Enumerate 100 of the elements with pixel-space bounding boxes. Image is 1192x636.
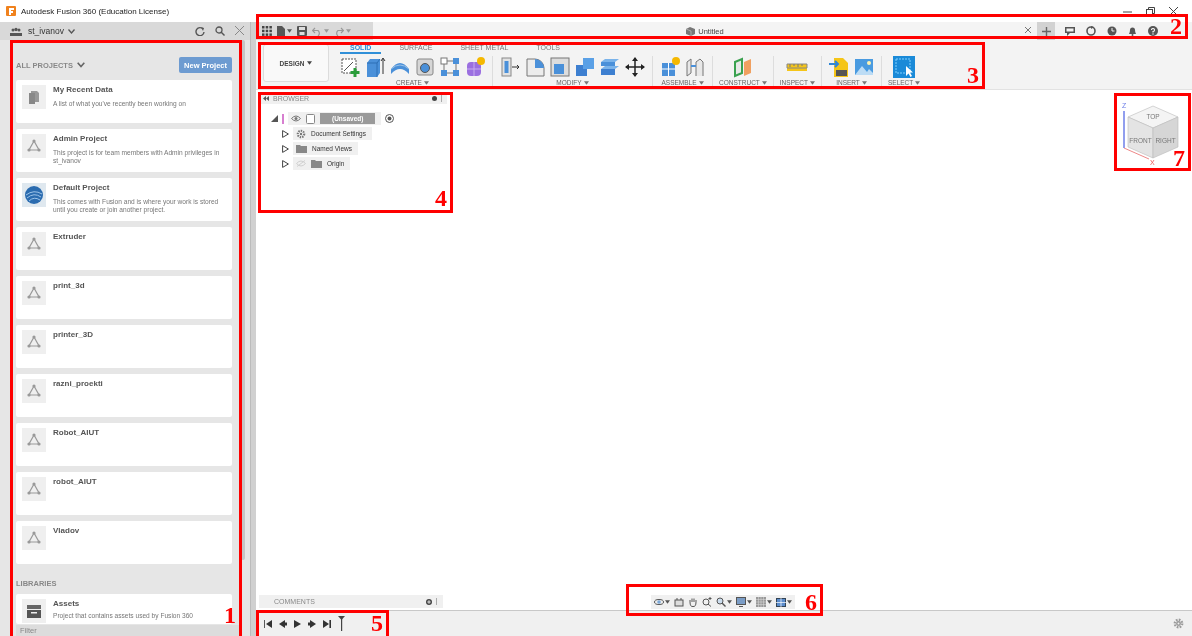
- project-card[interactable]: Vladov: [16, 521, 232, 564]
- caret-icon[interactable]: [665, 600, 670, 604]
- help-icon[interactable]: [1148, 26, 1158, 36]
- caret-icon[interactable]: [915, 81, 921, 85]
- apps-grid-icon[interactable]: [262, 26, 272, 36]
- look-at-icon[interactable]: [674, 597, 684, 607]
- x-axis-line: [1123, 147, 1150, 160]
- shell-icon[interactable]: [549, 56, 571, 78]
- project-name: printer_3D: [53, 330, 94, 340]
- next-icon[interactable]: [308, 619, 316, 628]
- annotation-number: 5: [371, 612, 383, 634]
- collapse-icon[interactable]: [263, 96, 269, 101]
- z-axis-line: [1123, 110, 1125, 149]
- insert-icon[interactable]: [828, 56, 850, 78]
- cube-icon: [686, 26, 696, 36]
- viewports-icon[interactable]: [776, 597, 786, 607]
- caret-icon[interactable]: [307, 61, 313, 65]
- select-icon[interactable]: [893, 56, 916, 78]
- expand-triangle-icon[interactable]: [282, 159, 289, 168]
- radio-icon[interactable]: [385, 114, 395, 123]
- eye-icon[interactable]: [291, 115, 301, 122]
- handle-icon[interactable]: [441, 95, 443, 102]
- project-name: Extruder: [53, 232, 87, 242]
- project-name: print_3d: [53, 281, 86, 291]
- project-card[interactable]: razni_proekti: [16, 374, 232, 417]
- combine-icon[interactable]: [574, 56, 596, 78]
- caret-icon[interactable]: [583, 81, 589, 85]
- joint-icon[interactable]: [684, 56, 706, 78]
- project-name: Robot_AIUT: [53, 428, 101, 438]
- chevron-down-icon[interactable]: [77, 62, 86, 68]
- caret-icon[interactable]: [423, 81, 429, 85]
- annotation-number: 2: [1170, 15, 1182, 37]
- team-icon: [10, 26, 22, 36]
- nodes-icon: [22, 232, 46, 256]
- project-card[interactable]: printer_3D: [16, 325, 232, 368]
- caret-icon[interactable]: [747, 600, 752, 604]
- zoom-window-icon[interactable]: [716, 597, 726, 607]
- first-frame-icon[interactable]: [264, 619, 272, 628]
- caret-icon[interactable]: [698, 81, 704, 85]
- offset-plane-icon[interactable]: [599, 56, 621, 78]
- timeline-marker-icon[interactable]: [338, 616, 345, 631]
- save-icon[interactable]: [297, 26, 307, 36]
- bell-icon[interactable]: [1128, 26, 1137, 36]
- caret-icon[interactable]: [287, 29, 292, 33]
- chat-icon[interactable]: [1065, 26, 1075, 36]
- annotation-number: 6: [805, 591, 817, 613]
- project-card[interactable]: print_3d: [16, 276, 232, 319]
- folder-icon: [296, 144, 307, 153]
- fillet-icon[interactable]: [524, 56, 546, 78]
- documents-icon: [22, 85, 46, 109]
- display-icon[interactable]: [736, 597, 746, 607]
- caret-icon[interactable]: [727, 600, 732, 604]
- last-frame-icon[interactable]: [323, 619, 331, 628]
- nodes-icon: [22, 281, 46, 305]
- clock-icon[interactable]: [1107, 26, 1117, 36]
- pan-hand-icon[interactable]: [688, 597, 698, 607]
- pattern-icon[interactable]: [439, 56, 461, 78]
- project-name: Admin Project: [53, 134, 109, 144]
- nodes-icon: [22, 477, 46, 501]
- handle-icon[interactable]: [436, 598, 438, 605]
- project-card[interactable]: robot_AIUT: [16, 472, 232, 515]
- form-icon[interactable]: [464, 56, 486, 78]
- caret-icon[interactable]: [861, 81, 867, 85]
- component-icon: [306, 113, 315, 124]
- nodes-icon: [22, 330, 46, 354]
- expand-triangle-icon[interactable]: [282, 129, 289, 138]
- caret-icon[interactable]: [767, 600, 772, 604]
- project-card[interactable]: Extruder: [16, 227, 232, 270]
- hole-icon[interactable]: [414, 56, 436, 78]
- expand-triangle-icon[interactable]: [282, 144, 289, 153]
- sync-icon[interactable]: [1086, 26, 1096, 36]
- nodes-icon: [22, 526, 46, 550]
- play-icon[interactable]: [294, 619, 301, 628]
- collapse-triangle-icon[interactable]: [271, 115, 278, 122]
- component-icon[interactable]: [659, 56, 681, 78]
- plane-icon[interactable]: [731, 56, 754, 78]
- close-icon[interactable]: [1025, 27, 1031, 33]
- swirl-thumbnail-icon: [22, 183, 46, 207]
- caret-icon[interactable]: [810, 81, 815, 85]
- sketch-icon[interactable]: [339, 56, 361, 78]
- pin-icon[interactable]: [432, 96, 437, 101]
- scrollbar[interactable]: [241, 40, 245, 560]
- chevron-down-icon[interactable]: [67, 28, 75, 34]
- project-name: Assets: [53, 599, 81, 609]
- zoom-icon[interactable]: [702, 597, 712, 607]
- project-card[interactable]: Robot_AIUT: [16, 423, 232, 466]
- file-icon[interactable]: [277, 26, 285, 36]
- search-icon[interactable]: [215, 26, 225, 36]
- close-icon[interactable]: [1169, 7, 1178, 16]
- team-name[interactable]: st_ivanov: [28, 26, 64, 36]
- caret-icon[interactable]: [761, 81, 767, 85]
- move-icon[interactable]: [624, 56, 646, 78]
- add-comment-icon[interactable]: [426, 598, 432, 605]
- previous-icon[interactable]: [279, 619, 287, 628]
- extrude-icon[interactable]: [364, 56, 386, 78]
- refresh-icon[interactable]: [195, 26, 205, 36]
- restore-icon[interactable]: [1146, 7, 1155, 16]
- orbit-icon[interactable]: [654, 597, 664, 607]
- caret-icon[interactable]: [787, 600, 792, 604]
- press-pull-icon[interactable]: [499, 56, 521, 78]
